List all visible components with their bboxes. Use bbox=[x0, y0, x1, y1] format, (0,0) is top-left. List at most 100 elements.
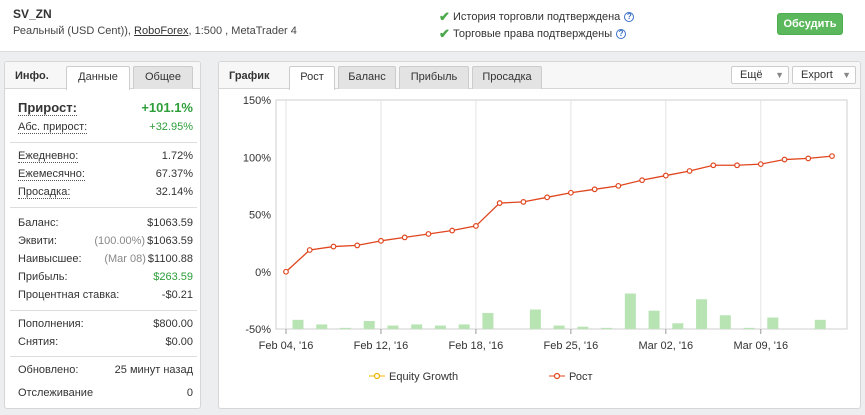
tab-drawdown[interactable]: Просадка bbox=[472, 66, 542, 89]
volume-bar bbox=[458, 324, 470, 329]
volume-bar bbox=[577, 326, 589, 329]
volume-bar bbox=[292, 319, 304, 329]
x-tick-label: Feb 04, '16 bbox=[259, 340, 314, 352]
updated-value: 25 минут назад bbox=[114, 364, 193, 376]
monthly-label[interactable]: Ежемесячно: bbox=[18, 168, 85, 181]
verify-rights: ✔ Торговые права подтверждены ? bbox=[439, 26, 627, 42]
volume-bar bbox=[719, 315, 731, 329]
account-description: Реальный (USD Cent)), RoboForex, 1:500 ,… bbox=[13, 25, 297, 37]
growth-point bbox=[829, 153, 835, 160]
y-tick-label: -50% bbox=[245, 324, 271, 336]
growth-point bbox=[591, 186, 598, 193]
balance-value: $1063.59 bbox=[147, 217, 193, 229]
abs-gain-label[interactable]: Абс. прирост: bbox=[18, 121, 88, 134]
growth-line bbox=[285, 155, 833, 273]
divider bbox=[10, 142, 197, 143]
volume-bar bbox=[553, 325, 565, 329]
interest-label: Процентная ставка: bbox=[18, 289, 120, 301]
growth-point bbox=[805, 155, 812, 162]
daily-label[interactable]: Ежедневно: bbox=[18, 150, 79, 163]
help-icon[interactable]: ? bbox=[624, 12, 635, 22]
tracking-row: Отслеживание 0 bbox=[18, 387, 193, 399]
growth-point bbox=[425, 231, 432, 237]
growth-point bbox=[354, 242, 361, 249]
growth-point bbox=[378, 237, 384, 244]
legend-item: Equity Growth bbox=[369, 371, 458, 383]
growth-point bbox=[330, 243, 337, 250]
verify-rights-label: Торговые права подтверждены bbox=[453, 28, 613, 40]
divider bbox=[10, 207, 197, 208]
info-panel: Инфо. Данные Общее Прирост: +101.1% Абс.… bbox=[4, 61, 201, 409]
growth-point bbox=[615, 182, 622, 189]
broker-link[interactable]: RoboForex bbox=[134, 25, 188, 37]
daily-row: Ежедневно: 1.72% bbox=[18, 150, 193, 163]
x-tick-label: Mar 09, '16 bbox=[733, 340, 788, 352]
legend-label: Рост bbox=[569, 371, 593, 383]
export-dropdown[interactable]: Export ▼ bbox=[792, 66, 856, 84]
balance-label: Баланс: bbox=[18, 217, 59, 229]
deposits-value: $800.00 bbox=[153, 318, 193, 330]
gain-row: Прирост: +101.1% bbox=[18, 100, 193, 116]
drawdown-label[interactable]: Просадка: bbox=[18, 186, 71, 199]
equity-note: (100.00%) bbox=[94, 235, 146, 247]
interest-row: Процентная ставка: -$0.21 bbox=[18, 289, 193, 301]
chart-panel: График Рост Баланс Прибыль Просадка Ещё … bbox=[218, 61, 861, 409]
chart-tabs: График Рост Баланс Прибыль Просадка Ещё … bbox=[219, 62, 860, 90]
tracking-value: 0 bbox=[186, 387, 193, 399]
daily-value: 1.72% bbox=[161, 150, 193, 162]
account-leverage-platform: , 1:500 , MetaTrader 4 bbox=[188, 25, 297, 37]
verify-history: ✔ История торговли подтверждена ? bbox=[439, 9, 635, 25]
volume-bar bbox=[672, 323, 684, 329]
growth-point bbox=[449, 227, 456, 234]
highest-row: Наивысшее: (Mar 08) $1100.88 bbox=[18, 253, 193, 265]
growth-point bbox=[639, 177, 645, 184]
volume-bar bbox=[387, 325, 399, 329]
profit-row: Прибыль: $263.59 bbox=[18, 271, 193, 283]
growth-point bbox=[734, 162, 740, 169]
tab-growth[interactable]: Рост bbox=[289, 66, 335, 90]
check-icon: ✔ bbox=[439, 9, 450, 24]
profit-value: $263.59 bbox=[153, 271, 193, 283]
gain-label[interactable]: Прирост: bbox=[18, 100, 77, 116]
withdrawals-label: Снятия: bbox=[18, 336, 59, 348]
legend-label: Equity Growth bbox=[389, 371, 458, 383]
growth-point bbox=[710, 162, 717, 169]
growth-point bbox=[686, 168, 693, 174]
export-label: Export bbox=[801, 69, 833, 81]
tab-profit[interactable]: Прибыль bbox=[399, 66, 469, 89]
account-name: SV_ZN bbox=[13, 7, 52, 21]
chevron-down-icon: ▼ bbox=[842, 70, 851, 80]
highest-value: $1100.88 bbox=[147, 253, 193, 265]
balance-row: Баланс: $1063.59 bbox=[18, 217, 193, 229]
drawdown-row: Просадка: 32.14% bbox=[18, 186, 193, 199]
tracking-label: Отслеживание bbox=[18, 387, 94, 399]
growth-point bbox=[496, 200, 503, 206]
growth-point bbox=[473, 223, 479, 229]
verify-history-label: История торговли подтверждена bbox=[453, 11, 621, 23]
tab-balance[interactable]: Баланс bbox=[338, 66, 396, 89]
volume-bar bbox=[529, 309, 541, 329]
growth-point bbox=[520, 199, 527, 205]
growth-chart[interactable]: 150% 100% 50% 0% -50% Feb 04, '16 Feb 12, '16 F… bbox=[219, 90, 860, 408]
tab-data[interactable]: Данные bbox=[66, 66, 130, 90]
volume-bar bbox=[696, 299, 708, 329]
more-dropdown[interactable]: Ещё ▼ bbox=[731, 66, 789, 84]
account-header: SV_ZN Реальный (USD Cent)), RoboForex, 1… bbox=[0, 0, 865, 52]
updated-label: Обновлено: bbox=[18, 364, 79, 376]
help-icon[interactable]: ? bbox=[616, 29, 627, 39]
growth-point bbox=[567, 189, 574, 196]
updated-row: Обновлено: 25 минут назад bbox=[18, 364, 193, 376]
abs-gain-value: +32.95% bbox=[149, 121, 193, 133]
divider bbox=[10, 310, 197, 311]
equity-row: Эквити: (100.00%) $1063.59 bbox=[18, 235, 193, 247]
tab-general[interactable]: Общее bbox=[133, 66, 193, 89]
monthly-row: Ежемесячно: 67.37% bbox=[18, 168, 193, 181]
volume-bar bbox=[601, 327, 613, 329]
x-tick-label: Feb 18, '16 bbox=[449, 340, 504, 352]
volume-bar bbox=[339, 327, 351, 329]
discuss-button[interactable]: Обсудить bbox=[777, 13, 843, 35]
growth-point bbox=[401, 234, 408, 241]
growth-point bbox=[283, 268, 289, 275]
highest-label: Наивысшее: bbox=[18, 253, 82, 265]
deposits-label: Пополнения: bbox=[18, 318, 84, 330]
